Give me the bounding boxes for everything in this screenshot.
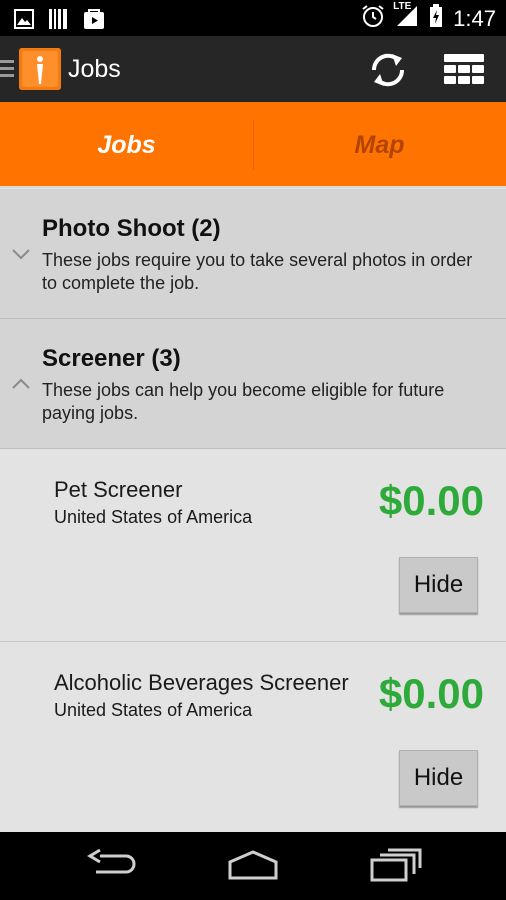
tab-map[interactable]: Map [253,102,506,188]
tab-bar: Jobs Map [0,102,506,188]
navigation-bar [0,832,506,900]
system-icons: LTE 1:47 [361,1,496,33]
notification-icons [14,7,106,36]
tab-jobs[interactable]: Jobs [0,102,253,188]
section-photo-shoot[interactable]: Photo Shoot (2) These jobs require you t… [0,189,506,319]
network-label: LTE [393,1,412,12]
refresh-icon[interactable] [366,50,410,90]
hide-button[interactable]: Hide [399,750,478,806]
hide-button[interactable]: Hide [399,557,478,613]
app-logo-icon[interactable] [19,48,61,90]
chevron-up-icon [12,377,30,389]
job-location: United States of America [54,700,253,720]
app-screen: LTE 1:47 Jobs Jobs Map Photo Shoot (2) T… [0,0,506,900]
job-location: United States of America [54,507,253,527]
chevron-down-icon [12,247,30,260]
home-icon[interactable] [226,848,280,887]
clock: 1:47 [453,5,496,31]
action-bar: Jobs [0,36,506,102]
signal-icon: LTE [393,1,419,33]
section-description: These jobs require you to take several p… [42,250,473,293]
battery-charging-icon [429,4,443,33]
job-name: Alcoholic Beverages Screener [54,670,349,695]
recent-apps-icon[interactable] [370,848,422,887]
image-icon [14,9,34,34]
job-price: $0.00 [378,477,484,524]
job-name: Pet Screener [54,477,183,502]
job-price: $0.00 [378,670,484,717]
section-title: Photo Shoot (2) [42,215,221,242]
section-screener[interactable]: Screener (3) These jobs can help you bec… [0,319,506,449]
up-icon[interactable] [0,58,14,85]
job-list-item[interactable]: Alcoholic Beverages Screener United Stat… [0,642,506,832]
barcode-icon [48,8,68,35]
section-description: These jobs can help you become eligible … [42,380,445,423]
job-list-item[interactable]: Pet Screener United States of America $0… [0,449,506,642]
play-store-icon [82,7,106,36]
status-bar: LTE 1:47 [0,0,506,36]
screen-title: Jobs [68,55,121,83]
section-title: Screener (3) [42,345,181,372]
grid-menu-icon[interactable] [444,54,488,86]
alarm-icon [361,4,385,33]
back-icon[interactable] [86,848,138,887]
